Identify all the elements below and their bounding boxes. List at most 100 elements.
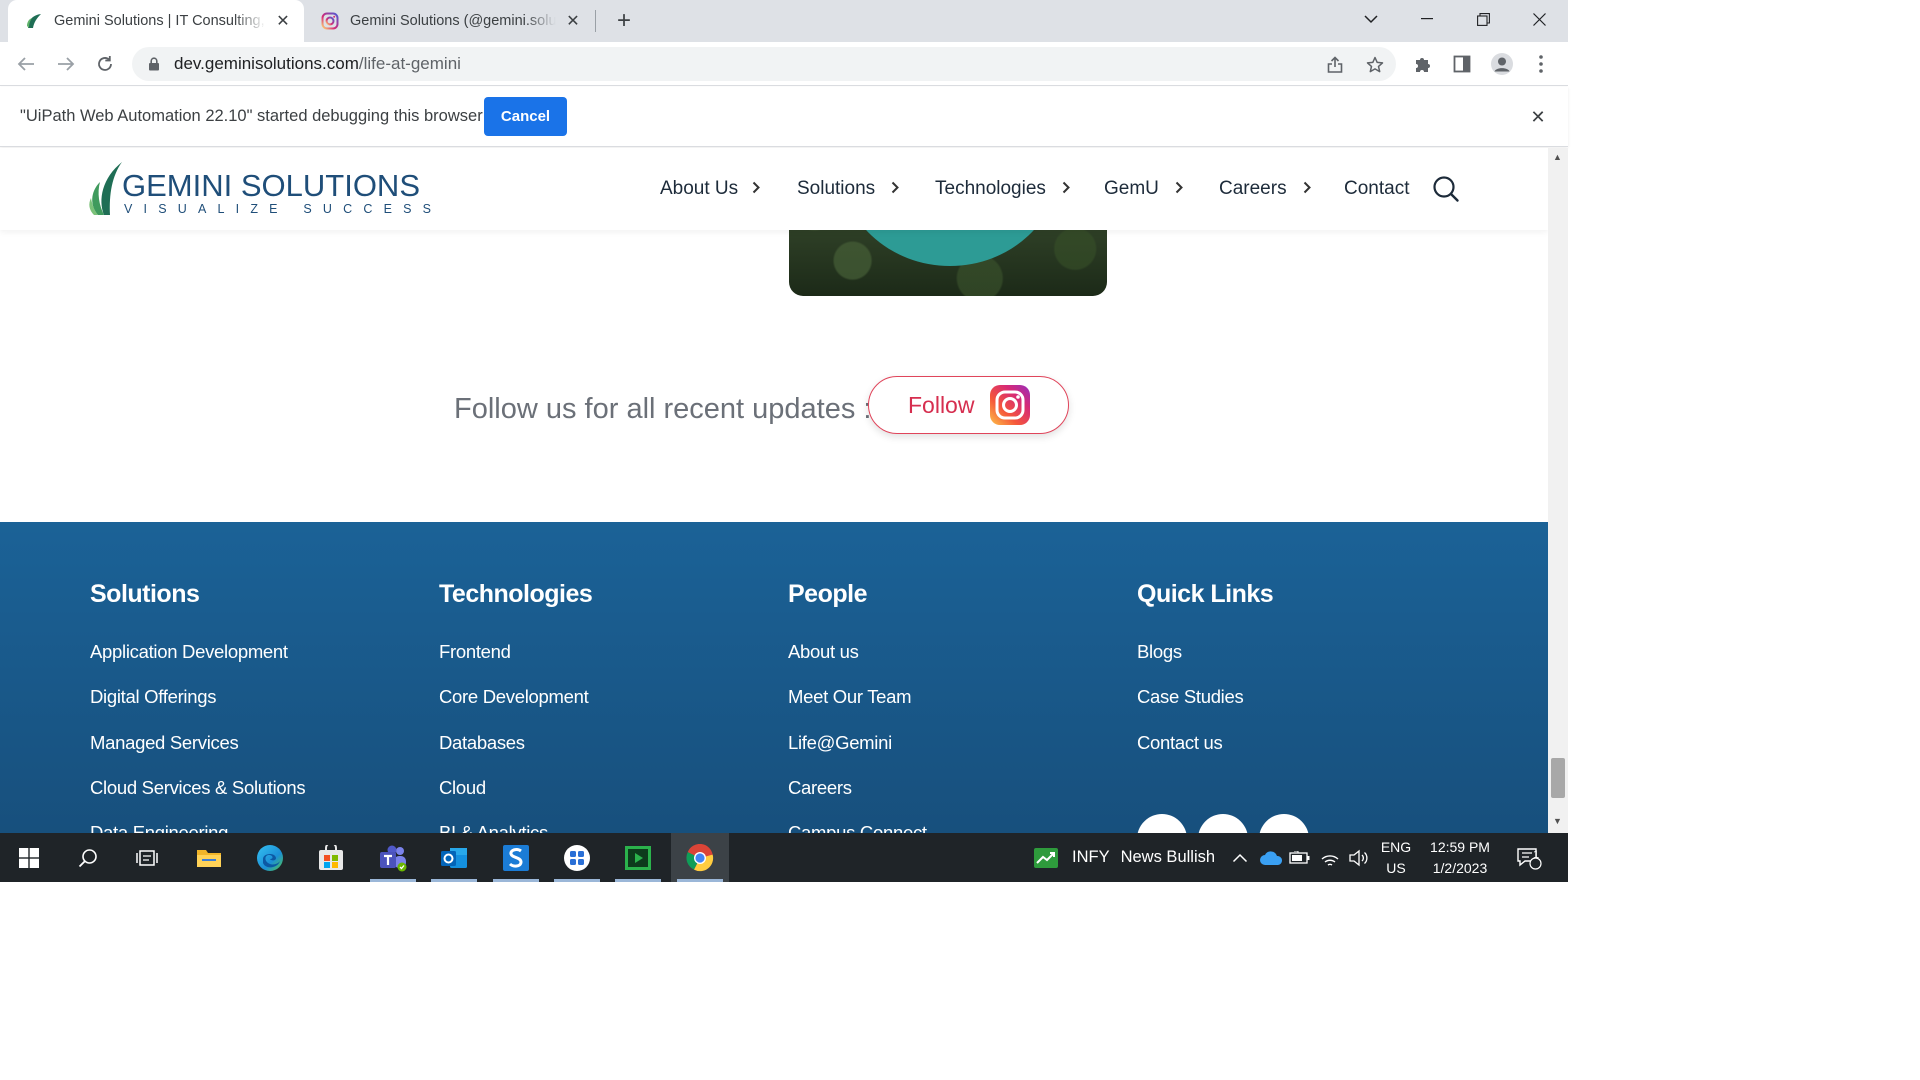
footer-link[interactable]: Databases <box>439 732 525 754</box>
footer-link[interactable]: Contact us <box>1137 732 1223 754</box>
scrollbar-thumb[interactable] <box>1551 758 1565 798</box>
footer-link[interactable]: Case Studies <box>1137 686 1244 708</box>
side-panel-icon[interactable] <box>1446 48 1478 80</box>
footer-link[interactable]: Frontend <box>439 641 511 663</box>
footer-link[interactable]: Application Development <box>90 641 288 663</box>
uipath-assistant-icon[interactable] <box>548 833 606 882</box>
task-view-icon[interactable] <box>118 833 176 882</box>
forward-icon[interactable] <box>50 48 82 80</box>
microsoft-store-icon[interactable] <box>302 833 360 882</box>
nav-label: About Us <box>660 178 739 199</box>
footer-link[interactable]: Blogs <box>1137 641 1182 663</box>
site-footer: Solutions Application Development Digita… <box>0 522 1548 833</box>
facebook-icon[interactable] <box>1198 814 1248 833</box>
bookmark-star-icon[interactable] <box>1365 55 1385 75</box>
browser-toolbar: dev.geminisolutions.com/life-at-gemini <box>0 42 1568 86</box>
instagram-logo-icon <box>990 385 1030 425</box>
footer-link[interactable]: Data Engineering <box>90 822 228 833</box>
input-language[interactable]: ENG US <box>1378 837 1414 879</box>
show-hidden-icons-chevron-icon[interactable] <box>1232 833 1248 882</box>
wifi-icon[interactable] <box>1320 833 1340 882</box>
lock-icon[interactable] <box>146 56 162 72</box>
instagram-follow-button[interactable]: Follow <box>868 376 1069 434</box>
stock-widget[interactable]: INFY News Bullish <box>1034 833 1215 882</box>
chevron-right-icon <box>1303 181 1311 197</box>
nav-technologies[interactable]: Technologies <box>935 176 1070 202</box>
edge-browser-icon[interactable] <box>241 833 299 882</box>
restore-icon[interactable] <box>1461 0 1505 38</box>
logo-wordmark: GEMINI SOLUTIONS <box>122 168 420 204</box>
nav-label: Technologies <box>935 178 1046 199</box>
footer-link[interactable]: Cloud <box>439 777 486 799</box>
footer-heading: Solutions <box>90 580 200 608</box>
nav-solutions[interactable]: Solutions <box>797 176 900 202</box>
debugging-infobar: "UiPath Web Automation 22.10" started de… <box>0 87 1568 147</box>
infobar-close-icon[interactable]: ✕ <box>1526 105 1550 129</box>
language-code: ENG <box>1380 839 1412 855</box>
stock-ticker: INFY <box>1072 848 1110 866</box>
volume-icon[interactable] <box>1348 833 1370 882</box>
footer-link[interactable]: Campus Connect <box>788 822 927 833</box>
nav-careers[interactable]: Careers <box>1219 176 1311 202</box>
nav-about-us[interactable]: About Us <box>660 176 761 202</box>
footer-link[interactable]: Digital Offerings <box>90 686 216 708</box>
footer-heading: People <box>788 580 867 608</box>
instagram-icon[interactable] <box>1259 814 1309 833</box>
media-player-icon[interactable] <box>609 833 667 882</box>
footer-link[interactable]: Life@Gemini <box>788 732 892 754</box>
scroll-down-arrow-icon[interactable]: ▼ <box>1553 816 1562 826</box>
nav-gemu[interactable]: GemU <box>1104 176 1183 202</box>
nav-label: GemU <box>1104 178 1159 199</box>
tab-strip: Gemini Solutions | IT Consulting, Softwa… <box>0 0 1568 42</box>
site-search-icon[interactable] <box>1432 175 1460 203</box>
windows-taskbar: INFY News Bullish ENG US 12:59 PM 1/2/20… <box>0 833 1568 882</box>
tab-gemini-solutions[interactable]: Gemini Solutions | IT Consulting, Softwa… <box>8 0 304 42</box>
footer-link[interactable]: Cloud Services & Solutions <box>90 777 306 799</box>
page-scrollbar[interactable]: ▲ ▼ <box>1548 148 1568 833</box>
uipath-studio-icon[interactable] <box>487 833 545 882</box>
close-window-icon[interactable] <box>1517 0 1561 38</box>
linkedin-icon[interactable] <box>1137 814 1187 833</box>
onedrive-cloud-icon[interactable] <box>1259 833 1283 882</box>
footer-link[interactable]: Core Development <box>439 686 589 708</box>
extensions-puzzle-icon[interactable] <box>1407 48 1439 80</box>
reload-icon[interactable] <box>89 48 121 80</box>
tab-close-icon[interactable]: ✕ <box>272 10 294 32</box>
chevron-right-icon <box>752 181 761 197</box>
nav-contact[interactable]: Contact <box>1344 176 1409 202</box>
share-icon[interactable] <box>1325 55 1345 75</box>
chrome-icon[interactable] <box>671 833 729 882</box>
profile-avatar-icon[interactable] <box>1486 48 1518 80</box>
notification-center-icon[interactable]: 1 <box>1516 833 1542 882</box>
footer-link[interactable]: About us <box>788 641 859 663</box>
tab-search-chevron-icon[interactable] <box>1349 0 1393 38</box>
outlook-icon[interactable] <box>425 833 483 882</box>
footer-heading: Technologies <box>439 580 593 608</box>
tab-close-icon[interactable]: ✕ <box>562 10 584 32</box>
footer-heading: Quick Links <box>1137 580 1274 608</box>
chrome-menu-icon[interactable] <box>1525 48 1557 80</box>
file-explorer-icon[interactable] <box>180 833 238 882</box>
minimize-icon[interactable] <box>1405 0 1449 38</box>
new-tab-button[interactable]: + <box>610 7 638 35</box>
footer-link[interactable]: Managed Services <box>90 732 239 754</box>
footer-link[interactable]: Careers <box>788 777 852 799</box>
tab-instagram[interactable]: Gemini Solutions (@gemini.solutions) • I… <box>304 0 594 42</box>
cancel-debugging-button[interactable]: Cancel <box>484 97 567 136</box>
back-icon[interactable] <box>10 48 42 80</box>
address-bar[interactable]: dev.geminisolutions.com/life-at-gemini <box>132 47 1396 81</box>
system-clock[interactable]: 12:59 PM 1/2/2023 <box>1424 837 1496 879</box>
chevron-right-icon <box>891 181 900 197</box>
gemini-logo[interactable]: GEMINI SOLUTIONS VISUALIZE SUCCESS <box>88 158 431 220</box>
follow-label: Follow <box>908 392 975 418</box>
scroll-up-arrow-icon[interactable]: ▲ <box>1553 152 1562 162</box>
logo-tagline: VISUALIZE SUCCESS <box>124 202 443 216</box>
region-code: US <box>1386 860 1406 876</box>
battery-icon[interactable] <box>1289 833 1311 882</box>
footer-link[interactable]: BI & Analytics <box>439 822 548 833</box>
search-icon[interactable] <box>59 833 117 882</box>
teams-icon[interactable] <box>364 833 422 882</box>
windows-start-icon[interactable] <box>0 833 58 882</box>
footer-link[interactable]: Meet Our Team <box>788 686 912 708</box>
nav-label: Careers <box>1219 178 1287 199</box>
